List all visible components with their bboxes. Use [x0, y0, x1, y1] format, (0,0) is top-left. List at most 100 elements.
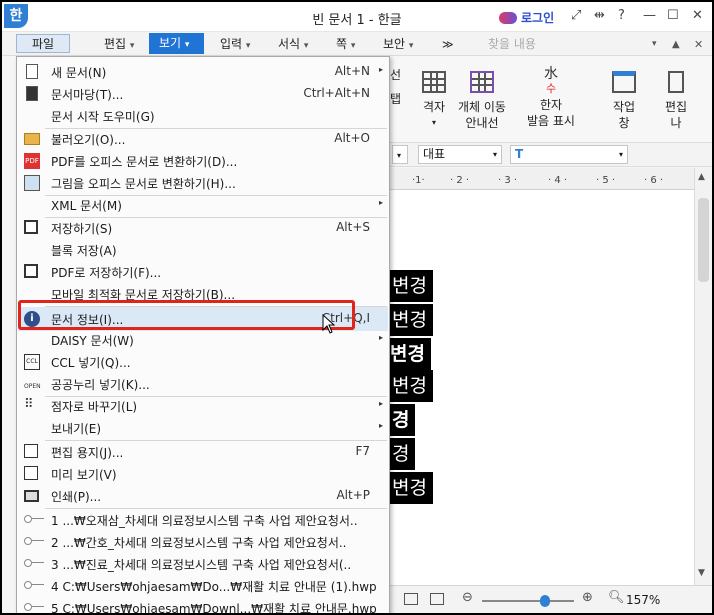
recent-file-item[interactable]: 5 C:₩Users₩ohjaesam₩Downl...₩재활 치료 안내문.h…: [18, 597, 388, 613]
menu-item-new[interactable]: 새 문서(N) Alt+N ▸: [18, 61, 388, 83]
zoom-level[interactable]: 157%: [626, 593, 660, 607]
style-dropdown-arrow[interactable]: ▾: [392, 145, 408, 164]
pin-icon[interactable]: [24, 603, 44, 611]
menu-item-shortcut: Alt+P: [336, 488, 370, 502]
menu-insert-label: 입력: [220, 37, 243, 51]
menu-item-label: 편집 용지(J)...: [51, 446, 124, 460]
scroll-down-icon[interactable]: ▼: [698, 568, 705, 578]
paragraph-style-select[interactable]: 대표 ▾: [418, 145, 502, 164]
open-license-icon: OPEN: [24, 383, 41, 390]
ribbon-guide-label: 개체 이동: [458, 100, 506, 114]
menu-item-label: 미리 보기(V): [51, 468, 117, 482]
restore-layout-icon[interactable]: ⤢: [571, 8, 581, 23]
recent-file-item[interactable]: 2 ...₩간호_차세대 의료정보시스템 구축 사업 제안요청서..: [18, 531, 388, 553]
ribbon-line-tab[interactable]: 선 탭: [390, 67, 410, 107]
menu-item-label: 보내기(E): [51, 422, 102, 436]
zoom-in-icon[interactable]: ⊕: [582, 590, 593, 605]
menu-page[interactable]: 쪽 ▾: [336, 35, 355, 54]
zoom-slider-thumb[interactable]: [540, 595, 550, 607]
pin-icon[interactable]: [24, 515, 44, 523]
recent-file-label: 3 ...₩진료_차세대 의료정보시스템 구축 사업 제안요청서(..: [51, 558, 352, 572]
page-view-icon[interactable]: [404, 593, 418, 605]
ribbon-grid-button[interactable]: 격자 ▾: [416, 71, 452, 131]
menu-insert[interactable]: 입력 ▾: [220, 35, 250, 54]
menu-overflow[interactable]: ≫: [442, 35, 454, 54]
recent-file-item[interactable]: 4 C:₩Users₩ohjaesam₩Do...₩재활 치료 안내문 (1).…: [18, 575, 388, 597]
page-setup-icon: [24, 444, 38, 458]
submenu-arrow-icon: ▸: [378, 399, 383, 408]
ribbon-taskpane-button[interactable]: 작업 창: [604, 71, 644, 131]
menu-item-start-wizard[interactable]: 문서 시작 도우미(G): [18, 105, 388, 127]
close-icon[interactable]: ✕: [692, 8, 703, 23]
menu-view[interactable]: 보기 ▾: [149, 33, 204, 54]
menu-item-shortcut: F7: [355, 444, 370, 458]
recent-file-label: 2 ...₩간호_차세대 의료정보시스템 구축 사업 제안요청서..: [51, 536, 347, 550]
menu-item-print[interactable]: 인쇄(P)... Alt+P: [18, 485, 388, 507]
horizontal-ruler[interactable]: ·1· · 2 · · 3 · · 4 · · 5 · · 6 ·: [390, 168, 694, 190]
menu-item-label: CCL 넣기(Q)...: [51, 356, 131, 370]
menu-item-xml[interactable]: XML 문서(M) ▸: [18, 194, 388, 216]
ribbon-edit-label: 편집: [664, 100, 688, 114]
menu-item-template[interactable]: 문서마당(T)... Ctrl+Alt+N: [18, 83, 388, 105]
menu-item-save[interactable]: 저장하기(S) Alt+S: [18, 217, 388, 239]
find-input[interactable]: 찾을 내용: [472, 35, 647, 53]
image-convert-icon: [24, 175, 40, 191]
recent-file-item[interactable]: 3 ...₩진료_차세대 의료정보시스템 구축 사업 제안요청서(..: [18, 553, 388, 575]
menu-item-ccl[interactable]: CCL CCL 넣기(Q)...: [18, 351, 388, 373]
object-guide-icon: [470, 71, 494, 93]
doc-line-1: 변경: [390, 270, 433, 302]
login-button[interactable]: 로그인: [499, 9, 554, 26]
menu-item-label: 불러오기(O)...: [51, 133, 126, 147]
ribbon-up-icon[interactable]: ▲: [672, 35, 680, 54]
scroll-up-icon[interactable]: ▲: [698, 172, 705, 182]
doc-close-icon[interactable]: ✕: [694, 35, 703, 54]
ribbon-toolbar: 선 탭 격자 ▾ 개체 이동 안내선 水수 한자 발음 표시 작업 창 편집 나: [390, 57, 712, 143]
zoom-icon[interactable]: 🔍︎: [608, 590, 625, 605]
menu-item-save-pdf[interactable]: PDF로 저장하기(F)...: [18, 261, 388, 283]
menu-edit[interactable]: 편집 ▾: [104, 35, 134, 54]
document-page[interactable]: 변경 변경 변경 변경 경 경 변경: [390, 190, 694, 585]
menu-item-braille[interactable]: ⠿ 점자로 바꾸기(L) ▸: [18, 395, 388, 417]
pin-icon[interactable]: [24, 559, 44, 567]
pin-icon[interactable]: [24, 581, 44, 589]
menu-item-page-setup[interactable]: 편집 용지(J)... F7: [18, 441, 388, 463]
font-select[interactable]: T ▾: [510, 145, 628, 164]
doc-line-4: 변경: [390, 370, 433, 402]
menu-item-pdf-convert[interactable]: PDF PDF를 오피스 문서로 변환하기(D)...: [18, 150, 388, 172]
open-folder-icon: [24, 133, 40, 145]
minimize-icon[interactable]: —: [643, 8, 656, 23]
maximize-icon[interactable]: ☐: [667, 8, 679, 23]
ribbon-tab-label: 탭: [390, 92, 402, 106]
recent-file-label: 1 ...₩오재삼_차세대 의료정보시스템 구축 사업 제안요청서..: [51, 514, 358, 528]
ribbon-collapse-icon[interactable]: ▾: [652, 35, 657, 54]
menu-item-open[interactable]: 불러오기(O)... Alt+O: [18, 128, 388, 150]
menu-security[interactable]: 보안 ▾: [383, 35, 413, 54]
help-icon[interactable]: ?: [618, 8, 625, 23]
ribbon-guide-button[interactable]: 개체 이동 안내선: [452, 71, 512, 131]
menu-item-open-license[interactable]: OPEN 공공누리 넣기(K)...: [18, 373, 388, 395]
menu-item-send[interactable]: 보내기(E) ▸: [18, 417, 388, 439]
zoom-slider[interactable]: [482, 600, 574, 602]
menu-item-image-convert[interactable]: 그림을 오피스 문서로 변환하기(H)...: [18, 172, 388, 194]
fit-width-icon[interactable]: [430, 593, 444, 605]
menu-format[interactable]: 서식 ▾: [278, 35, 308, 54]
menu-item-shortcut: Ctrl+Alt+N: [303, 86, 370, 100]
split-view-icon[interactable]: ⇹: [594, 8, 605, 23]
recent-file-item[interactable]: 1 ...₩오재삼_차세대 의료정보시스템 구축 사업 제안요청서..: [18, 509, 388, 531]
hanja-icon: 水수: [544, 66, 558, 95]
template-icon: [26, 86, 38, 101]
scroll-thumb[interactable]: [698, 198, 709, 282]
menu-item-preview[interactable]: 미리 보기(V): [18, 463, 388, 485]
submenu-arrow-icon: ▸: [378, 198, 383, 207]
pin-icon[interactable]: [24, 537, 44, 545]
print-icon: [24, 490, 39, 502]
doc-line-5: 경: [390, 404, 416, 436]
ribbon-hanja-button[interactable]: 水수 한자 발음 표시: [518, 67, 584, 129]
vertical-scrollbar[interactable]: ▲ ▼: [694, 168, 712, 585]
menu-file[interactable]: 파일: [16, 34, 70, 53]
ribbon-editview-button[interactable]: 편집 나: [656, 71, 696, 131]
document-area[interactable]: 변경 변경 변경 변경 경 경 변경: [390, 190, 694, 585]
zoom-out-icon[interactable]: ⊖: [462, 590, 473, 605]
ribbon-task-label: 작업: [612, 100, 636, 114]
menu-item-block-save[interactable]: 블록 저장(A): [18, 239, 388, 261]
